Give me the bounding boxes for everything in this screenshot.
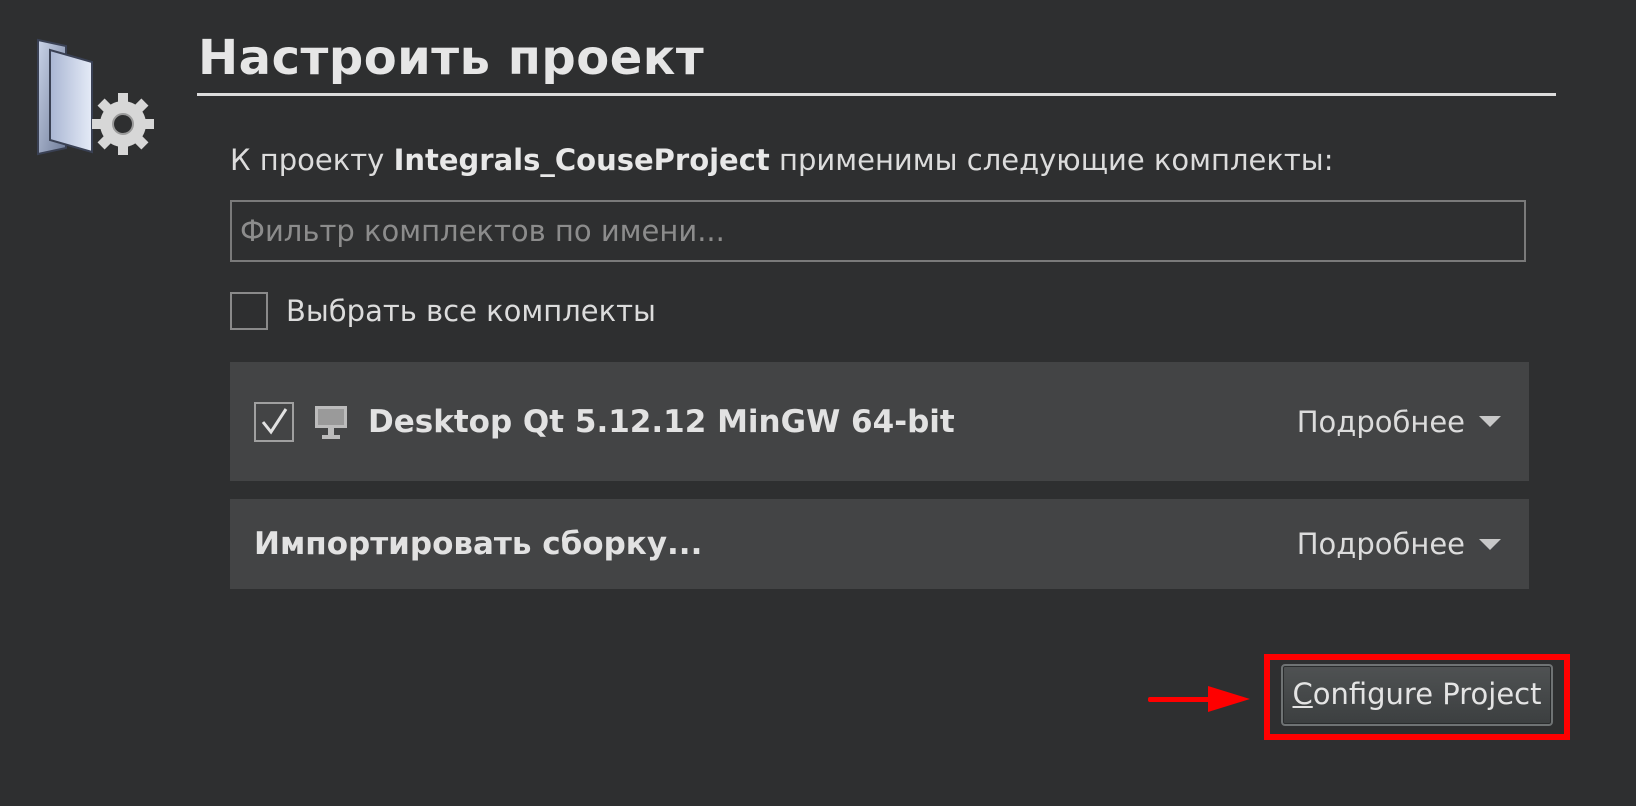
kit-filter-input[interactable]	[230, 200, 1526, 262]
select-all-kits[interactable]: Выбрать все комплекты	[230, 292, 656, 330]
annotation-arrow-icon	[1148, 686, 1250, 712]
select-all-checkbox[interactable]	[230, 292, 268, 330]
caret-down-icon	[1479, 416, 1501, 427]
configure-project-page: Настроить проект К проекту Integrals_Cou…	[0, 0, 1636, 806]
project-name: Integrals_CouseProject	[393, 143, 770, 177]
checkmark-icon	[261, 407, 288, 435]
project-folder-gear-icon	[37, 38, 154, 156]
kit-checkbox[interactable]	[254, 401, 294, 442]
intro-prefix: К проекту	[230, 143, 385, 177]
details-label: Подробнее	[1296, 527, 1465, 561]
configure-project-button[interactable]: Configure Project	[1281, 664, 1553, 726]
caret-down-icon	[1479, 538, 1501, 550]
title-divider	[197, 93, 1556, 96]
kit-row-import-build: Импортировать сборку... Подробнее	[230, 499, 1529, 589]
mnemonic-letter: C	[1292, 677, 1313, 711]
kit-details-toggle[interactable]: Подробнее	[1297, 405, 1501, 439]
kit-row-desktop: Desktop Qt 5.12.12 MinGW 64-bit Подробне…	[230, 362, 1529, 481]
details-label: Подробнее	[1296, 404, 1465, 439]
select-all-label: Выбрать все комплекты	[286, 294, 656, 328]
kits-intro-text: К проекту Integrals_CouseProject примени…	[230, 143, 1333, 177]
kit-name: Desktop Qt 5.12.12 MinGW 64-bit	[368, 403, 955, 440]
import-details-toggle[interactable]: Подробнее	[1297, 527, 1501, 561]
page-title: Настроить проект	[198, 30, 705, 86]
intro-suffix: применимы следующие комплекты:	[779, 143, 1334, 177]
import-build-label: Импортировать сборку...	[254, 526, 703, 562]
monitor-icon	[315, 405, 347, 439]
configure-button-label: onfigure Project	[1312, 677, 1542, 711]
